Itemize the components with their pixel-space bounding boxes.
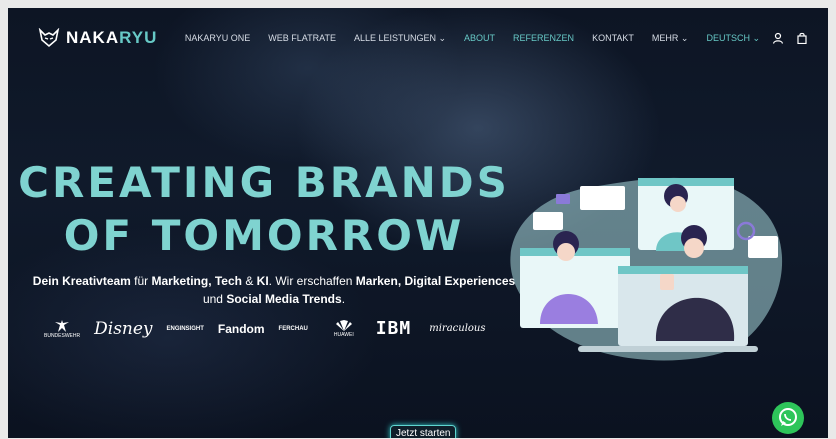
logo-disney: Disney xyxy=(94,318,153,339)
fox-logo-icon xyxy=(38,28,60,48)
hero-subtitle: Dein Kreativteam für Marketing, Tech & K… xyxy=(32,274,516,306)
brand-logo[interactable]: NAKARYU xyxy=(38,28,157,48)
logo-miraculous: miraculous xyxy=(429,323,486,334)
logo-bundeswehr: BUNDESWEHR xyxy=(44,319,80,339)
bag-icon[interactable] xyxy=(796,32,808,44)
nav-item-nakaryu-one[interactable]: NAKARYU ONE xyxy=(185,33,250,43)
whatsapp-icon xyxy=(779,408,797,426)
logo-enginsight: ENGINSIGHT xyxy=(166,325,204,332)
cta-button[interactable]: Jetzt starten xyxy=(390,425,457,438)
whatsapp-button[interactable] xyxy=(772,402,804,434)
nav-item-mehr[interactable]: MEHR ⌄ xyxy=(652,33,689,44)
eagle-icon xyxy=(55,319,70,332)
page-frame: NAKARYU NAKARYU ONE WEB FLATRATE ALLE LE… xyxy=(8,8,828,438)
logo-huawei: HUAWEI xyxy=(334,319,354,338)
nav-item-about[interactable]: ABOUT xyxy=(464,33,495,43)
nav-item-alle-leistungen[interactable]: ALLE LEISTUNGEN ⌄ xyxy=(354,33,446,44)
hero-headline-line2: OF TOMORROW xyxy=(63,211,465,260)
brand-name: NAKARYU xyxy=(66,28,158,47)
nav-item-referenzen[interactable]: REFERENZEN xyxy=(513,33,574,43)
language-selector[interactable]: DEUTSCH ⌄ xyxy=(706,33,760,44)
hero-headline-line1: CREATING BRANDS xyxy=(18,158,510,207)
nav-item-web-flatrate[interactable]: WEB FLATRATE xyxy=(268,33,336,43)
top-navigation: NAKARYU NAKARYU ONE WEB FLATRATE ALLE LE… xyxy=(8,8,828,64)
client-logos: BUNDESWEHR Disney ENGINSIGHT Fandom FERC… xyxy=(44,318,500,339)
huawei-flower-icon xyxy=(335,320,352,331)
logo-ferchau: FERCHAU xyxy=(278,325,308,332)
main-menu: NAKARYU ONE WEB FLATRATE ALLE LEISTUNGEN… xyxy=(167,32,808,44)
user-icon[interactable] xyxy=(772,32,784,44)
nav-item-kontakt[interactable]: KONTAKT xyxy=(592,33,634,43)
logo-ibm: IBM xyxy=(375,318,412,339)
team-illustration xyxy=(510,177,783,361)
logo-fandom: Fandom xyxy=(217,321,265,336)
